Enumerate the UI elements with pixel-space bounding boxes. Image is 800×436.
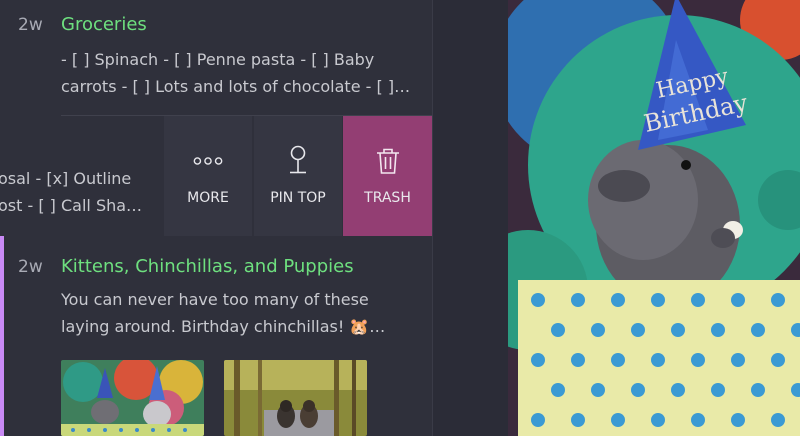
note-preview: You can never have too many of these lay… xyxy=(61,286,421,340)
note-timestamp: 2w xyxy=(18,15,43,35)
pin-top-button[interactable]: PIN TOP xyxy=(254,116,342,236)
pane-divider xyxy=(432,0,509,436)
note-image-thumbnail-puppies[interactable] xyxy=(224,360,367,436)
note-preview-line: ost - [ ] Call Sha… xyxy=(0,196,143,215)
trash-button-label: TRASH xyxy=(364,190,411,206)
notes-list: 2w Groceries - [ ] Spinach - [ ] Penne p… xyxy=(0,0,432,436)
note-preview-line: osal - [x] Outline xyxy=(0,169,132,188)
note-preview-line: - [ ] Spinach - [ ] Penne pasta - [ ] Ba… xyxy=(61,50,375,69)
trash-button[interactable]: TRASH xyxy=(343,116,432,236)
note-image-thumbnail-chinchillas[interactable] xyxy=(61,360,204,436)
note-title: Groceries xyxy=(61,14,147,35)
note-title: Kittens, Chinchillas, and Puppies xyxy=(61,256,354,277)
more-dots-icon xyxy=(193,146,223,176)
note-timestamp: 2w xyxy=(18,257,43,277)
note-preview: - [ ] Spinach - [ ] Penne pasta - [ ] Ba… xyxy=(61,46,421,100)
note-item-groceries[interactable]: 2w Groceries - [ ] Spinach - [ ] Penne p… xyxy=(0,0,432,115)
swiped-note-row[interactable]: osal - [x] Outline ost - [ ] Call Sha… M… xyxy=(0,116,432,236)
note-preview-line: carrots - [ ] Lots and lots of chocolate… xyxy=(61,77,411,96)
pin-top-button-label: PIN TOP xyxy=(270,190,326,206)
note-preview-line: You can never have too many of these xyxy=(61,290,369,309)
trash-icon xyxy=(373,146,403,176)
note-preview-line: laying around. Birthday chinchillas! 🐹… xyxy=(61,317,386,336)
more-button-label: MORE xyxy=(187,190,229,206)
pin-icon xyxy=(283,145,313,176)
more-button[interactable]: MORE xyxy=(164,116,252,236)
swiped-note-preview[interactable]: osal - [x] Outline ost - [ ] Call Sha… xyxy=(0,116,162,236)
note-photo-birthday-chinchilla: Happy Birthday xyxy=(508,0,800,436)
